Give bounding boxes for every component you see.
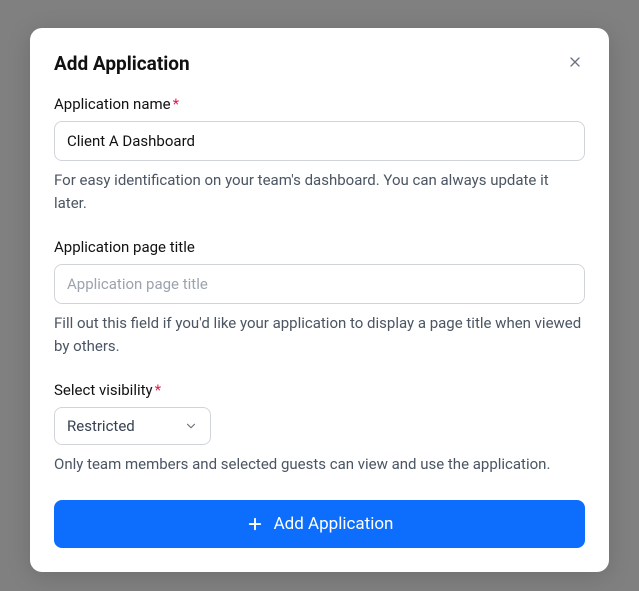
modal-header: Add Application: [54, 52, 585, 75]
application-name-group: Application name* For easy identificatio…: [54, 95, 585, 214]
visibility-label: Select visibility*: [54, 381, 585, 399]
modal-title: Add Application: [54, 52, 190, 75]
visibility-helper: Only team members and selected guests ca…: [54, 453, 585, 476]
required-indicator: *: [173, 95, 179, 113]
application-name-label-text: Application name: [54, 95, 171, 113]
required-indicator: *: [155, 381, 161, 399]
chevron-down-icon: [184, 419, 198, 433]
add-application-button-label: Add Application: [274, 514, 394, 534]
add-application-button[interactable]: Add Application: [54, 500, 585, 548]
close-button[interactable]: [565, 52, 585, 72]
plus-icon: [246, 515, 264, 533]
visibility-label-text: Select visibility: [54, 381, 153, 399]
application-name-helper: For easy identification on your team's d…: [54, 169, 585, 214]
page-title-group: Application page title Fill out this fie…: [54, 238, 585, 357]
add-application-modal: Add Application Application name* For ea…: [30, 28, 609, 572]
page-title-helper: Fill out this field if you'd like your a…: [54, 312, 585, 357]
visibility-select[interactable]: Restricted: [54, 407, 211, 445]
close-icon: [567, 54, 583, 70]
visibility-group: Select visibility* Restricted Only team …: [54, 381, 585, 476]
application-name-label: Application name*: [54, 95, 585, 113]
visibility-selected-value: Restricted: [67, 417, 135, 435]
page-title-input[interactable]: [54, 264, 585, 304]
page-title-label: Application page title: [54, 238, 585, 256]
application-name-input[interactable]: [54, 121, 585, 161]
visibility-select-wrapper: Restricted: [54, 407, 211, 445]
